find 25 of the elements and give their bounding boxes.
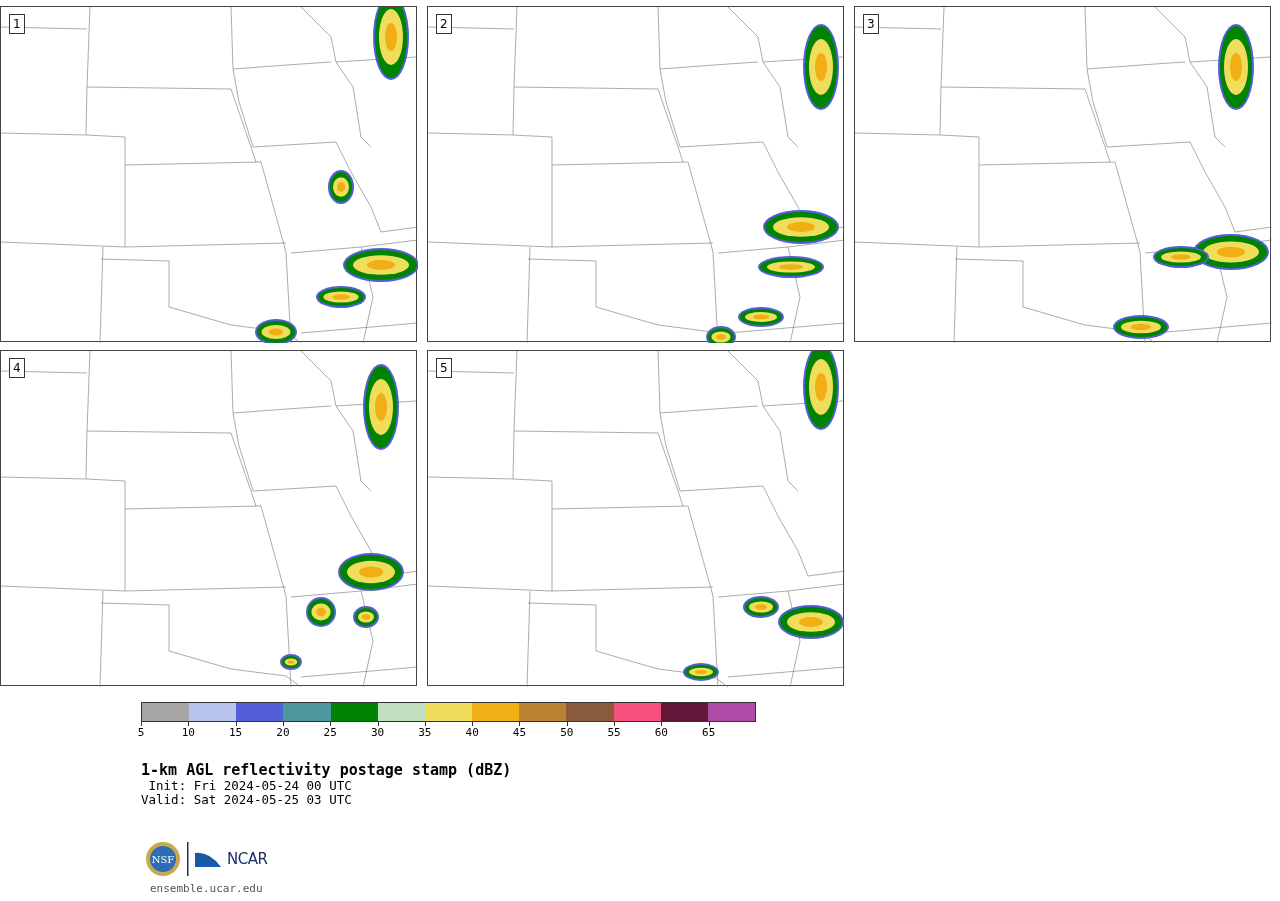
tick-label: 45 [512, 727, 527, 738]
tick-label: 55 [607, 727, 621, 738]
logo-divider [187, 842, 189, 877]
tick-label: 30 [370, 727, 385, 738]
tick-label: 60 [654, 727, 668, 738]
plot-title: 1-km AGL reflectivity postage stamp (dBZ) [141, 762, 513, 779]
tick-label: 20 [276, 727, 290, 738]
panel-number: 5 [436, 358, 452, 378]
panel-number: 1 [9, 14, 25, 34]
tick-label: 25 [323, 727, 337, 738]
seal-logo: NSF [145, 841, 181, 878]
tick-label: 10 [181, 727, 195, 738]
panel-number: 4 [9, 358, 25, 378]
logo-wordmark: NCAR [227, 849, 268, 870]
tick-label: 15 [229, 727, 243, 738]
panel-number: 2 [436, 14, 452, 34]
tick-label: 35 [418, 727, 432, 738]
valid-time: Valid: Sat 2024-05-25 03 UTC [141, 792, 353, 808]
init-time: Init: Fri 2024-05-24 00 UTC [147, 778, 352, 793]
tick-label: 5 [137, 727, 145, 738]
tick-label: 50 [560, 727, 574, 738]
site-url: ensemble.ucar.edu [150, 881, 264, 898]
panel-number: 3 [863, 14, 879, 34]
tick-label: 40 [465, 727, 479, 738]
tick-label: 65 [702, 727, 716, 738]
